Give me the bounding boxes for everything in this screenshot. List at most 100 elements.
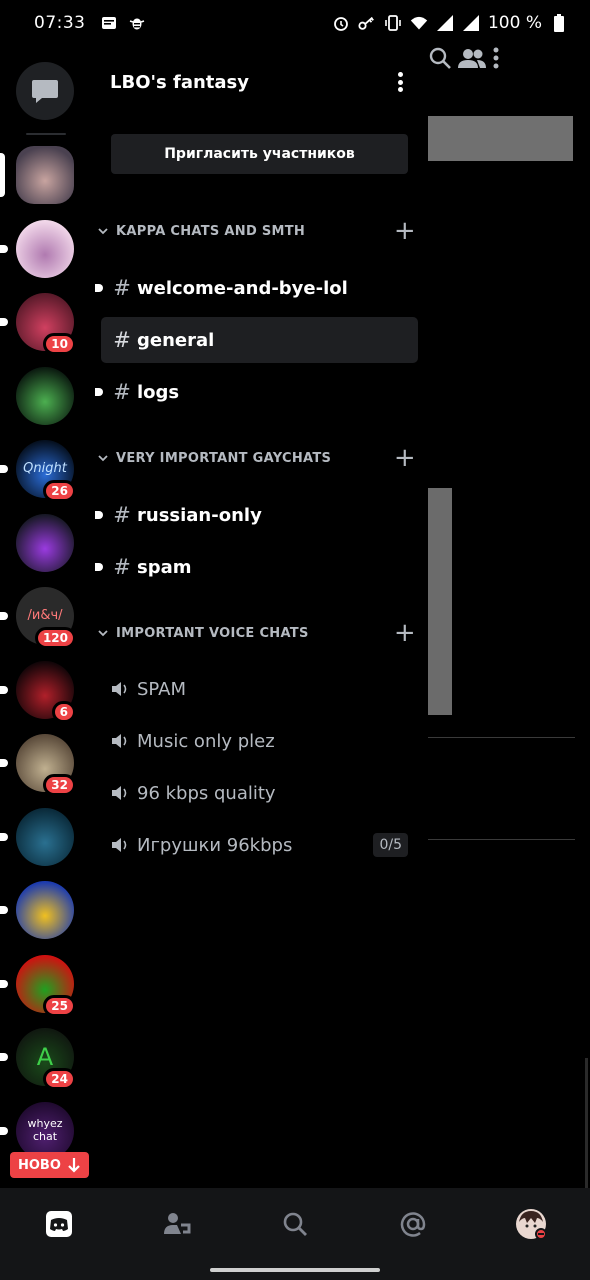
battery-text: 100 % (487, 13, 542, 33)
unread-indicator (0, 1053, 8, 1061)
unread-indicator (95, 388, 103, 396)
members-icon[interactable] (457, 49, 492, 74)
unread-indicator (0, 906, 8, 914)
category-name: IMPORTANT VOICE CHATS (116, 625, 309, 641)
unread-indicator (0, 465, 8, 473)
server-avatar-text: A (36, 1042, 54, 1071)
direct-messages-button[interactable] (16, 62, 74, 120)
hash-icon: # (113, 276, 131, 300)
add-channel-icon[interactable]: + (394, 620, 416, 646)
voice-channel-item[interactable]: Music only plez (101, 721, 418, 761)
search-icon (283, 1212, 307, 1236)
voice-channel-name: 96 kbps quality (137, 782, 276, 804)
search-tab[interactable] (265, 1194, 325, 1254)
speaker-icon (111, 785, 133, 801)
embed-image (428, 116, 573, 161)
speaker-icon (111, 837, 133, 853)
signal-icon (436, 14, 454, 32)
channel-item-selected[interactable]: # general (101, 317, 418, 363)
voice-channel-item[interactable]: Игрушки 96kbps 0/5 (101, 825, 418, 865)
channel-panel: LBO's fantasy Пригласить участников KAPP… (92, 46, 428, 1188)
chevron-down-icon (96, 629, 110, 637)
server-avatar-text: Qnight (23, 460, 67, 476)
invite-members-button[interactable]: Пригласить участников (111, 134, 408, 174)
channel-name: russian-only (137, 504, 262, 526)
server-avatar (16, 513, 74, 572)
server-icon[interactable]: 10 (16, 293, 76, 355)
server-icon[interactable] (16, 146, 74, 204)
divider (428, 839, 575, 840)
friends-tab[interactable] (147, 1194, 207, 1254)
category-name: KAPPA CHATS AND SMTH (116, 223, 306, 239)
server-icon[interactable] (16, 366, 74, 425)
hash-icon: # (113, 503, 131, 527)
server-rail: 10 Qnight 26/и&ч/120 6 32 25 A 24 whyez chat НОВ… (0, 46, 92, 1188)
mentions-tab[interactable] (383, 1194, 443, 1254)
status-bar: 07:33 100 % (0, 0, 590, 46)
more-options-icon[interactable] (492, 47, 500, 74)
unread-badge: 10 (43, 333, 76, 355)
chevron-down-icon (96, 454, 110, 462)
new-unreads-pill[interactable]: НОВО (10, 1152, 89, 1178)
channel-name: spam (137, 556, 192, 578)
server-icon[interactable] (16, 219, 74, 278)
unread-indicator (0, 612, 8, 620)
guild-header[interactable]: LBO's fantasy (110, 70, 410, 94)
voice-channel-item[interactable]: SPAM (101, 669, 418, 709)
mentions-icon (400, 1212, 426, 1237)
chat-area-peek[interactable] (428, 46, 590, 1188)
channel-item[interactable]: # russian-only (95, 492, 418, 538)
channel-item[interactable]: # spam (95, 544, 418, 590)
server-icon[interactable]: 32 (16, 734, 76, 796)
wifi-icon (410, 14, 428, 32)
server-icon[interactable] (16, 513, 74, 572)
guild-menu-icon[interactable] (390, 70, 410, 94)
server-avatar (16, 146, 74, 204)
server-icon[interactable]: 6 (16, 660, 76, 723)
server-avatar (16, 366, 74, 425)
server-icon[interactable]: whyez chat (16, 1101, 74, 1160)
gesture-bar (0, 1260, 590, 1280)
channel-name: general (137, 329, 215, 351)
scrollbar[interactable] (585, 1058, 588, 1188)
search-icon[interactable] (428, 47, 457, 74)
category-header[interactable]: KAPPA CHATS AND SMTH + (96, 218, 416, 244)
discord-home-icon (46, 1211, 72, 1237)
arrow-down-icon (68, 1158, 80, 1173)
voice-channel-name: SPAM (137, 678, 186, 700)
selected-server-indicator (0, 153, 5, 197)
category-header[interactable]: IMPORTANT VOICE CHATS + (96, 620, 416, 646)
server-icon[interactable]: /и&ч/120 (16, 587, 76, 649)
bug-icon (128, 14, 146, 32)
unread-indicator (0, 759, 8, 767)
add-channel-icon[interactable]: + (394, 218, 416, 244)
server-icon[interactable]: 25 (16, 954, 76, 1017)
unread-indicator (95, 563, 103, 571)
message-icon (100, 14, 118, 32)
alarm-icon (332, 14, 350, 32)
server-avatar (16, 219, 74, 278)
vibrate-icon (384, 14, 402, 32)
signal-icon (462, 14, 480, 32)
category-name: VERY IMPORTANT GAYCHATS (116, 450, 332, 466)
server-icon[interactable]: Qnight 26 (16, 440, 76, 502)
add-channel-icon[interactable]: + (394, 445, 416, 471)
server-icon[interactable]: A 24 (16, 1028, 76, 1090)
unread-badge: 6 (51, 700, 76, 723)
unread-indicator (0, 1126, 8, 1135)
channel-item[interactable]: # logs (95, 369, 418, 415)
chat-bubble-icon (32, 80, 58, 103)
channel-name: welcome-and-bye-lol (137, 277, 348, 299)
category-header[interactable]: VERY IMPORTANT GAYCHATS + (96, 445, 416, 471)
voice-channel-item[interactable]: 96 kbps quality (101, 773, 418, 813)
server-icon[interactable] (16, 807, 74, 866)
speaker-icon (111, 733, 133, 749)
home-tab[interactable] (29, 1194, 89, 1254)
server-avatar (16, 807, 74, 866)
server-icon[interactable] (16, 881, 74, 939)
profile-tab[interactable] (501, 1194, 561, 1254)
unread-badge: 32 (43, 774, 76, 796)
unread-badge: 25 (43, 994, 76, 1017)
user-limit-badge: 0/5 (373, 833, 408, 857)
channel-item[interactable]: # welcome-and-bye-lol (95, 265, 418, 311)
